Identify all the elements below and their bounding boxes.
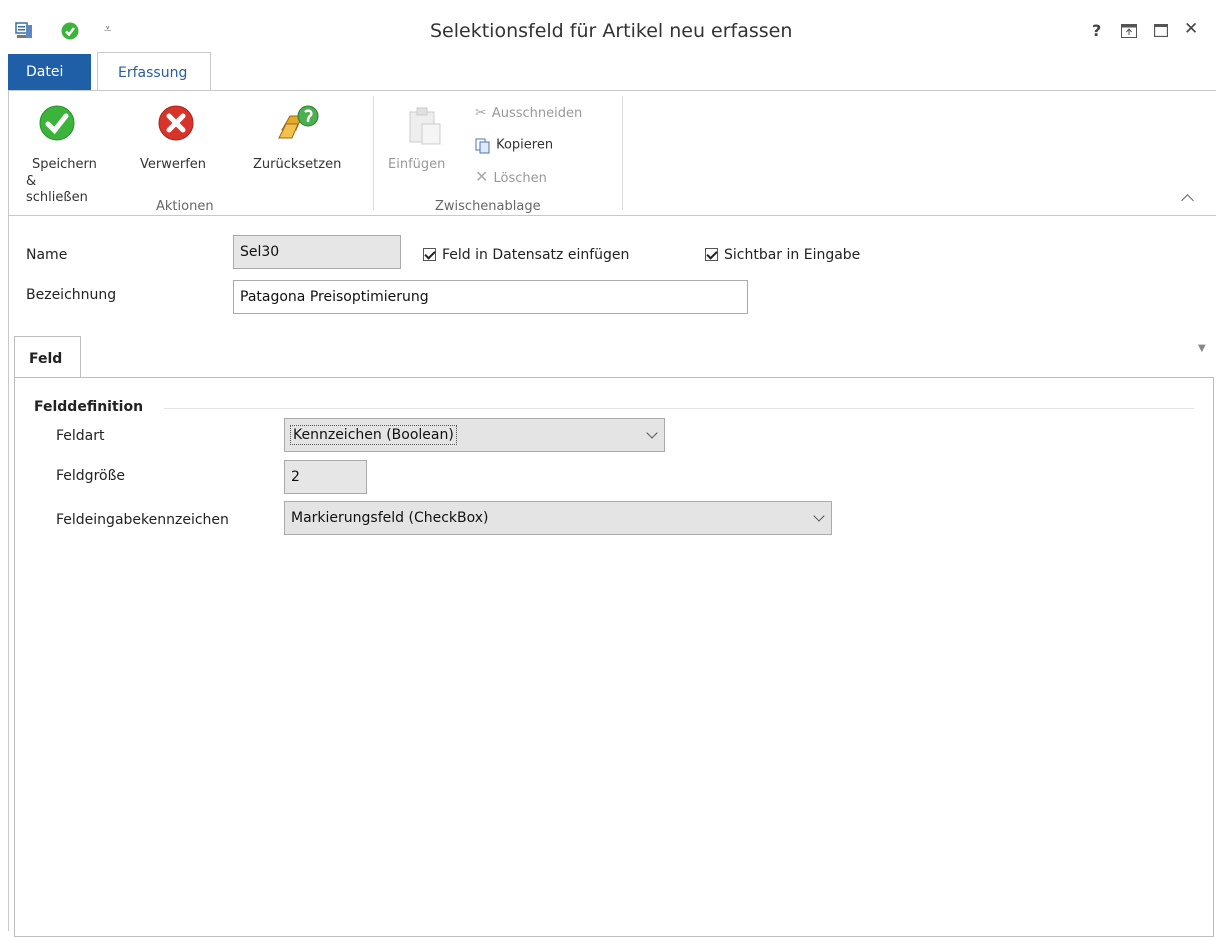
close-button[interactable]: ✕ (1184, 19, 1198, 39)
cut-label: Ausschneiden (491, 106, 583, 121)
section-divider (164, 408, 1194, 409)
visible-input-label: Sichtbar in Eingabe (724, 246, 861, 263)
felddefinition-title: Felddefinition (34, 399, 144, 415)
feldart-value: Kennzeichen (Boolean) (290, 425, 457, 445)
name-field: Sel30 (233, 235, 401, 269)
help-button[interactable]: ? (1092, 21, 1101, 40)
save-check-icon (39, 105, 75, 141)
chevron-down-icon (813, 510, 825, 522)
reset-button[interactable]: Zurücksetzen (246, 102, 356, 182)
eingabekennzeichen-select[interactable]: Markierungsfeld (CheckBox) (284, 501, 832, 535)
reset-icon (278, 105, 319, 139)
visible-input-checkbox[interactable]: Sichtbar in Eingabe (705, 244, 860, 263)
delete-icon: ✕ (475, 167, 489, 186)
insert-record-checkbox[interactable]: Feld in Datensatz einfügen (423, 244, 629, 263)
delete-label: Löschen (493, 171, 547, 186)
feldgroesse-label: Feldgröße (56, 468, 126, 484)
tab-feld[interactable]: Feld (14, 336, 81, 378)
save-close-label-1: Speichern (32, 157, 97, 172)
feldgroesse-field: 2 (284, 460, 367, 494)
reset-label: Zurücksetzen (253, 157, 342, 172)
maximize-icon[interactable] (1154, 24, 1168, 37)
checkbox-checked-icon (423, 248, 436, 261)
save-close-button[interactable]: Speichern & schließen (22, 102, 97, 205)
delete-button: ✕ Löschen (475, 167, 547, 187)
feldart-label: Feldart (56, 428, 105, 444)
designation-field[interactable]: Patagona Preisoptimierung (233, 280, 748, 314)
window-left-border (8, 90, 9, 931)
copy-icon (475, 138, 490, 153)
discard-label: Verwerfen (140, 157, 207, 172)
eingabekennzeichen-label: Feldeingabekennzeichen (56, 512, 229, 528)
paste-button: Einfügen (386, 102, 466, 182)
tab-erfassung[interactable]: Erfassung (97, 52, 211, 92)
copy-button[interactable]: Kopieren (475, 135, 553, 155)
tab-overflow-icon[interactable]: ▼ (1198, 343, 1206, 354)
window-title: Selektionsfeld für Artikel neu erfassen (430, 20, 793, 42)
group-separator (373, 96, 374, 210)
group-label-zwischenablage: Zwischenablage (435, 199, 541, 214)
ribbon-display-options-icon[interactable] (1121, 24, 1137, 38)
group-label-aktionen: Aktionen (156, 199, 214, 214)
eingabekennzeichen-value: Markierungsfeld (CheckBox) (291, 510, 489, 526)
feldart-select[interactable]: Kennzeichen (Boolean) (284, 418, 665, 452)
chevron-down-icon (646, 427, 658, 439)
group-separator (622, 96, 623, 210)
cut-button: ✂ Ausschneiden (475, 102, 582, 122)
app-icon[interactable] (14, 21, 34, 41)
discard-button[interactable]: Verwerfen (134, 102, 220, 182)
paste-label: Einfügen (388, 157, 446, 172)
tab-datei[interactable]: Datei (8, 54, 91, 90)
cut-icon: ✂ (475, 105, 487, 121)
name-label: Name (26, 247, 68, 263)
quick-access-dropdown-icon[interactable]: ⩡ (104, 22, 111, 37)
discard-x-icon (158, 105, 194, 141)
designation-label: Bezeichnung (26, 287, 117, 303)
tab-content-panel (14, 377, 1214, 937)
paste-icon (409, 107, 441, 145)
insert-record-label: Feld in Datensatz einfügen (442, 246, 630, 263)
save-close-label-2: & schließen (26, 174, 88, 205)
checkbox-checked-icon (705, 248, 718, 261)
checkmark-icon[interactable] (61, 22, 79, 40)
title-bar: ⩡ Selektionsfeld für Artikel neu erfasse… (0, 0, 1216, 52)
copy-label: Kopieren (496, 137, 554, 153)
